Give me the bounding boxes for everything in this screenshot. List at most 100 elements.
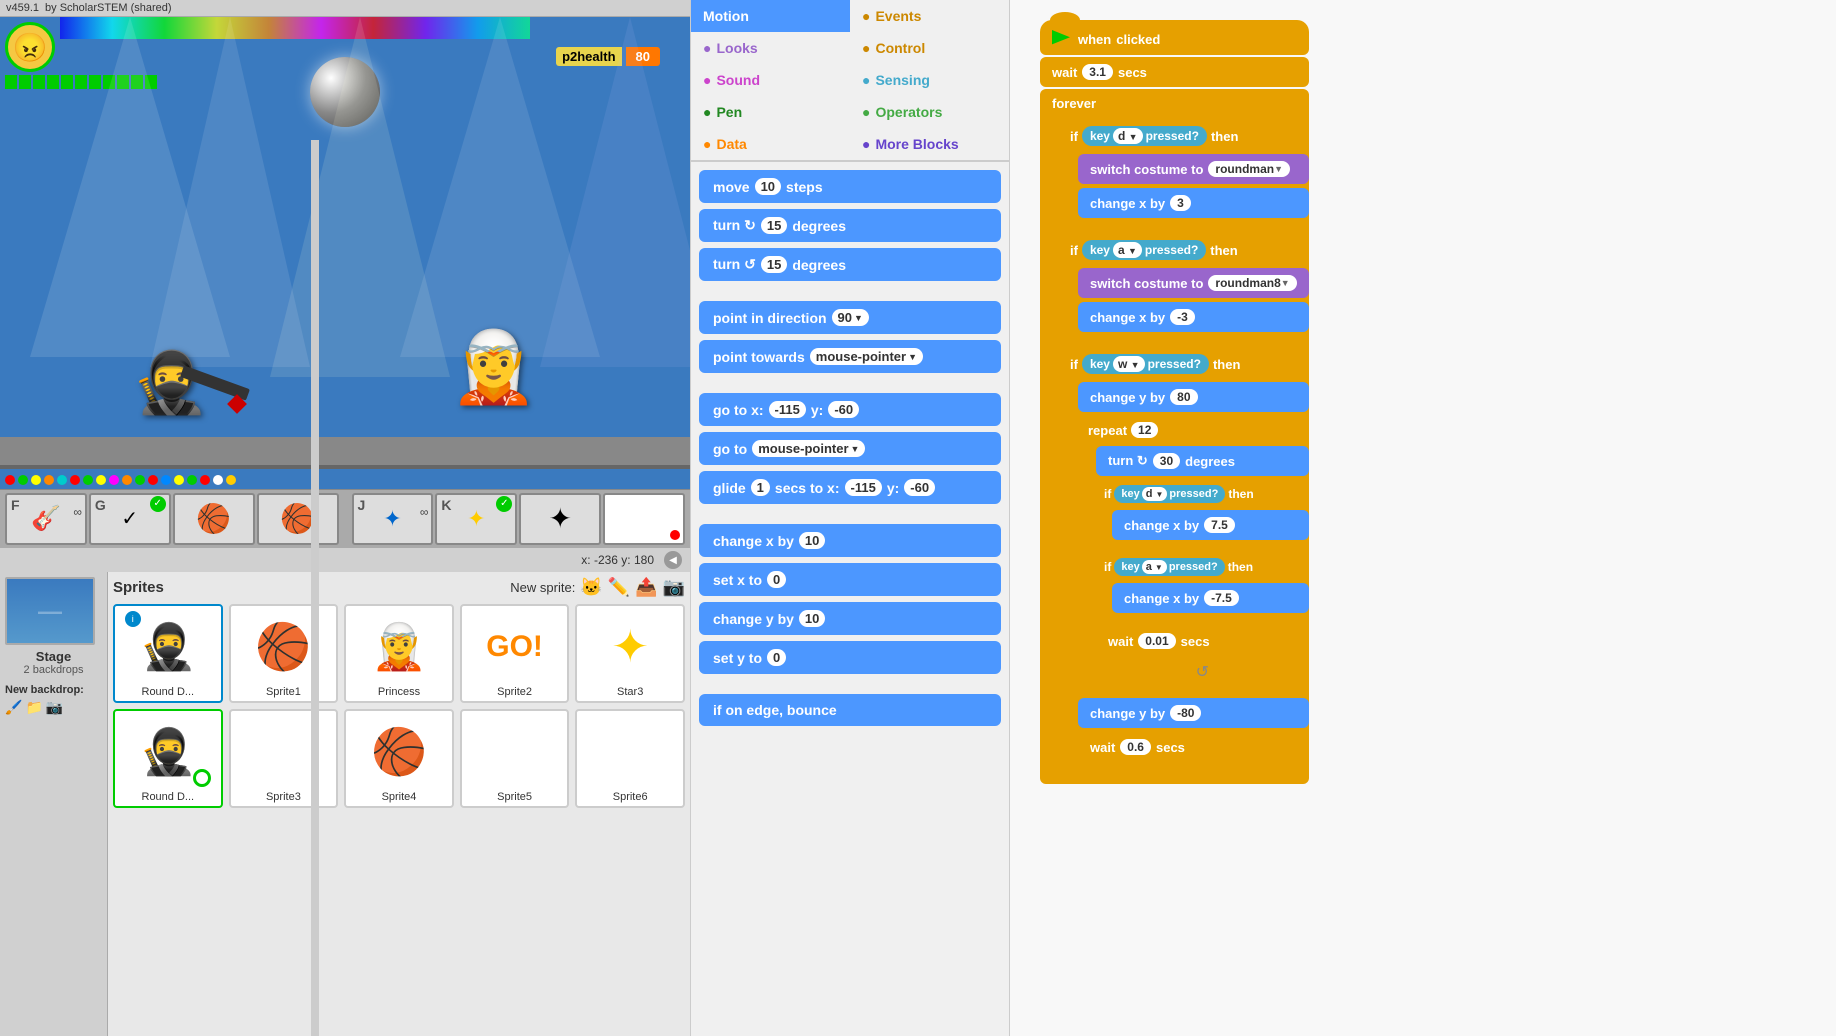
block-turn-ccw[interactable]: turn ↺ 15 degrees — [699, 248, 1001, 281]
cat-looks[interactable]: ● Looks — [691, 32, 850, 64]
block-wait-06[interactable]: wait 0.6 secs — [1078, 732, 1309, 762]
block-glide-x[interactable]: -115 — [845, 479, 882, 496]
block-change-x-text: change x by — [713, 533, 794, 549]
sprite-card-sprite4[interactable]: 🏀 Sprite4 — [344, 709, 454, 808]
repeat-val[interactable]: 12 — [1131, 422, 1158, 438]
brush-icon[interactable]: ✏️ — [608, 577, 630, 598]
block-glide-y[interactable]: -60 — [904, 479, 935, 496]
block-set-y[interactable]: set y to 0 — [699, 641, 1001, 674]
folder-icon[interactable]: 📁 — [25, 699, 42, 716]
block-goto-x-val[interactable]: -115 — [769, 401, 806, 418]
cat-operators[interactable]: ● Operators — [850, 96, 1009, 128]
block-move[interactable]: move 10 steps — [699, 170, 1001, 203]
cat-events[interactable]: ● Events — [850, 0, 1009, 32]
block-goto[interactable]: go to mouse-pointer — [699, 432, 1001, 465]
block-when-clicked[interactable]: when clicked — [1040, 20, 1309, 55]
block-change-x-na[interactable]: change x by -7.5 — [1112, 583, 1309, 613]
sprite-thumb-bball2[interactable]: 🏀 — [257, 493, 339, 545]
block-point-dir[interactable]: point in direction 90 — [699, 301, 1001, 334]
cat-events-label: Events — [875, 8, 921, 24]
sprite-card-label-sprite4: Sprite4 — [382, 791, 417, 803]
wait-06-val[interactable]: 0.6 — [1120, 739, 1151, 755]
cat-control[interactable]: ● Control — [850, 32, 1009, 64]
cat-motion[interactable]: Motion — [691, 0, 850, 32]
sprite-card-round-d[interactable]: i 🥷 Round D... — [113, 604, 223, 703]
block-turn-ccw-val[interactable]: 15 — [761, 256, 787, 273]
block-change-x-1[interactable]: change x by 3 — [1078, 188, 1309, 218]
dot-green4 — [187, 475, 197, 485]
block-change-x-val[interactable]: 10 — [799, 532, 825, 549]
block-switch-costume-2[interactable]: switch costume to roundman8 — [1078, 268, 1309, 298]
sprite-thumb-g[interactable]: G ✓ ✓ — [89, 493, 171, 545]
forever-body: if key d ▼ pressed? then switch costume … — [1060, 118, 1309, 778]
sprite-card-sprite6[interactable]: Sprite6 — [575, 709, 685, 808]
sprite-thumb-k[interactable]: K ✦ ✓ — [435, 493, 517, 545]
block-change-y[interactable]: change y by 10 — [699, 602, 1001, 635]
cat-data[interactable]: ● Data — [691, 128, 850, 160]
sprite-card-round-d2[interactable]: 🥷 Round D... — [113, 709, 223, 808]
sprite-card-star3[interactable]: ✦ Star3 — [575, 604, 685, 703]
change-y-val-w[interactable]: 80 — [1170, 389, 1197, 405]
block-change-y-val[interactable]: 10 — [799, 610, 825, 627]
cat-more[interactable]: ● More Blocks — [850, 128, 1009, 160]
block-turn-repeat[interactable]: turn ↻ 30 degrees — [1096, 446, 1309, 476]
block-goto-xy[interactable]: go to x: -115 y: -60 — [699, 393, 1001, 426]
block-point-towards[interactable]: point towards mouse-pointer — [699, 340, 1001, 373]
block-wait-001[interactable]: wait 0.01 secs — [1096, 626, 1309, 656]
block-goto-y-val[interactable]: -60 — [828, 401, 859, 418]
costume-val-2[interactable]: roundman8 — [1208, 275, 1296, 291]
block-goto-val[interactable]: mouse-pointer — [752, 440, 865, 457]
sprite-card-sprite1[interactable]: 🏀 Sprite1 — [229, 604, 339, 703]
block-change-x-nd[interactable]: change x by 7.5 — [1112, 510, 1309, 540]
block-move-val[interactable]: 10 — [755, 178, 781, 195]
stage-thumbnail[interactable]: ▬▬▬ — [5, 577, 95, 645]
cam-icon[interactable]: 📷 — [663, 577, 685, 598]
block-point-dir-val[interactable]: 90 — [832, 309, 869, 326]
key-a-condition: key a ▼ pressed? — [1082, 240, 1206, 260]
cat-sensing[interactable]: ● Sensing — [850, 64, 1009, 96]
block-wait[interactable]: wait 3.1 secs — [1040, 57, 1309, 87]
sprite-card-sprite2[interactable]: GO! Sprite2 — [460, 604, 570, 703]
block-bounce[interactable]: if on edge, bounce — [699, 694, 1001, 726]
wait-001-val[interactable]: 0.01 — [1138, 633, 1175, 649]
version-label: v459.1 — [6, 2, 39, 14]
block-glide-secs[interactable]: 1 — [751, 479, 770, 496]
block-point-towards-val[interactable]: mouse-pointer — [810, 348, 923, 365]
sprite-card-label-princess: Princess — [378, 686, 420, 698]
sprite-thumb-f[interactable]: F 🎸 ∞ — [5, 493, 87, 545]
wait-val[interactable]: 3.1 — [1082, 64, 1113, 80]
sprite-thumb-bball1[interactable]: 🏀 — [173, 493, 255, 545]
camera-icon[interactable]: 📷 — [46, 699, 63, 716]
block-change-x[interactable]: change x by 10 — [699, 524, 1001, 557]
sprite-card-sprite5[interactable]: Sprite5 — [460, 709, 570, 808]
cat-sound[interactable]: ● Sound — [691, 64, 850, 96]
block-set-x[interactable]: set x to 0 — [699, 563, 1001, 596]
panel-divider[interactable] — [311, 140, 319, 1036]
sprite-thumb-sun[interactable]: ✦ — [519, 493, 601, 545]
cat-icon[interactable]: 🐱 — [580, 577, 602, 598]
block-switch-costume-1[interactable]: switch costume to roundman — [1078, 154, 1309, 184]
block-change-y-neg[interactable]: change y by -80 — [1078, 698, 1309, 728]
block-set-x-val[interactable]: 0 — [767, 571, 786, 588]
change-x-val-na[interactable]: -7.5 — [1204, 590, 1239, 606]
block-glide[interactable]: glide 1 secs to x: -115 y: -60 — [699, 471, 1001, 504]
sprite-thumb-empty[interactable] — [603, 493, 685, 545]
upload-icon[interactable]: 📤 — [635, 577, 657, 598]
sprite-thumb-j[interactable]: J ✦ ∞ — [352, 493, 434, 545]
block-change-x-2[interactable]: change x by -3 — [1078, 302, 1309, 332]
block-change-y-w[interactable]: change y by 80 — [1078, 382, 1309, 412]
change-x-val-2[interactable]: -3 — [1170, 309, 1195, 325]
sprite-card-sprite3[interactable]: Sprite3 — [229, 709, 339, 808]
cat-pen[interactable]: ● Pen — [691, 96, 850, 128]
block-turn-cw-val[interactable]: 15 — [761, 217, 787, 234]
collapse-button[interactable]: ◀ — [664, 551, 682, 569]
change-y-neg-val[interactable]: -80 — [1170, 705, 1201, 721]
block-set-y-val[interactable]: 0 — [767, 649, 786, 666]
sprite-card-princess[interactable]: 🧝 Princess — [344, 604, 454, 703]
costume-val-1[interactable]: roundman — [1208, 161, 1290, 177]
turn-val-r[interactable]: 30 — [1153, 453, 1180, 469]
block-turn-cw[interactable]: turn ↻ 15 degrees — [699, 209, 1001, 242]
change-x-val-nd[interactable]: 7.5 — [1204, 517, 1235, 533]
paint-icon[interactable]: 🖌️ — [5, 699, 22, 716]
change-x-val-1[interactable]: 3 — [1170, 195, 1191, 211]
